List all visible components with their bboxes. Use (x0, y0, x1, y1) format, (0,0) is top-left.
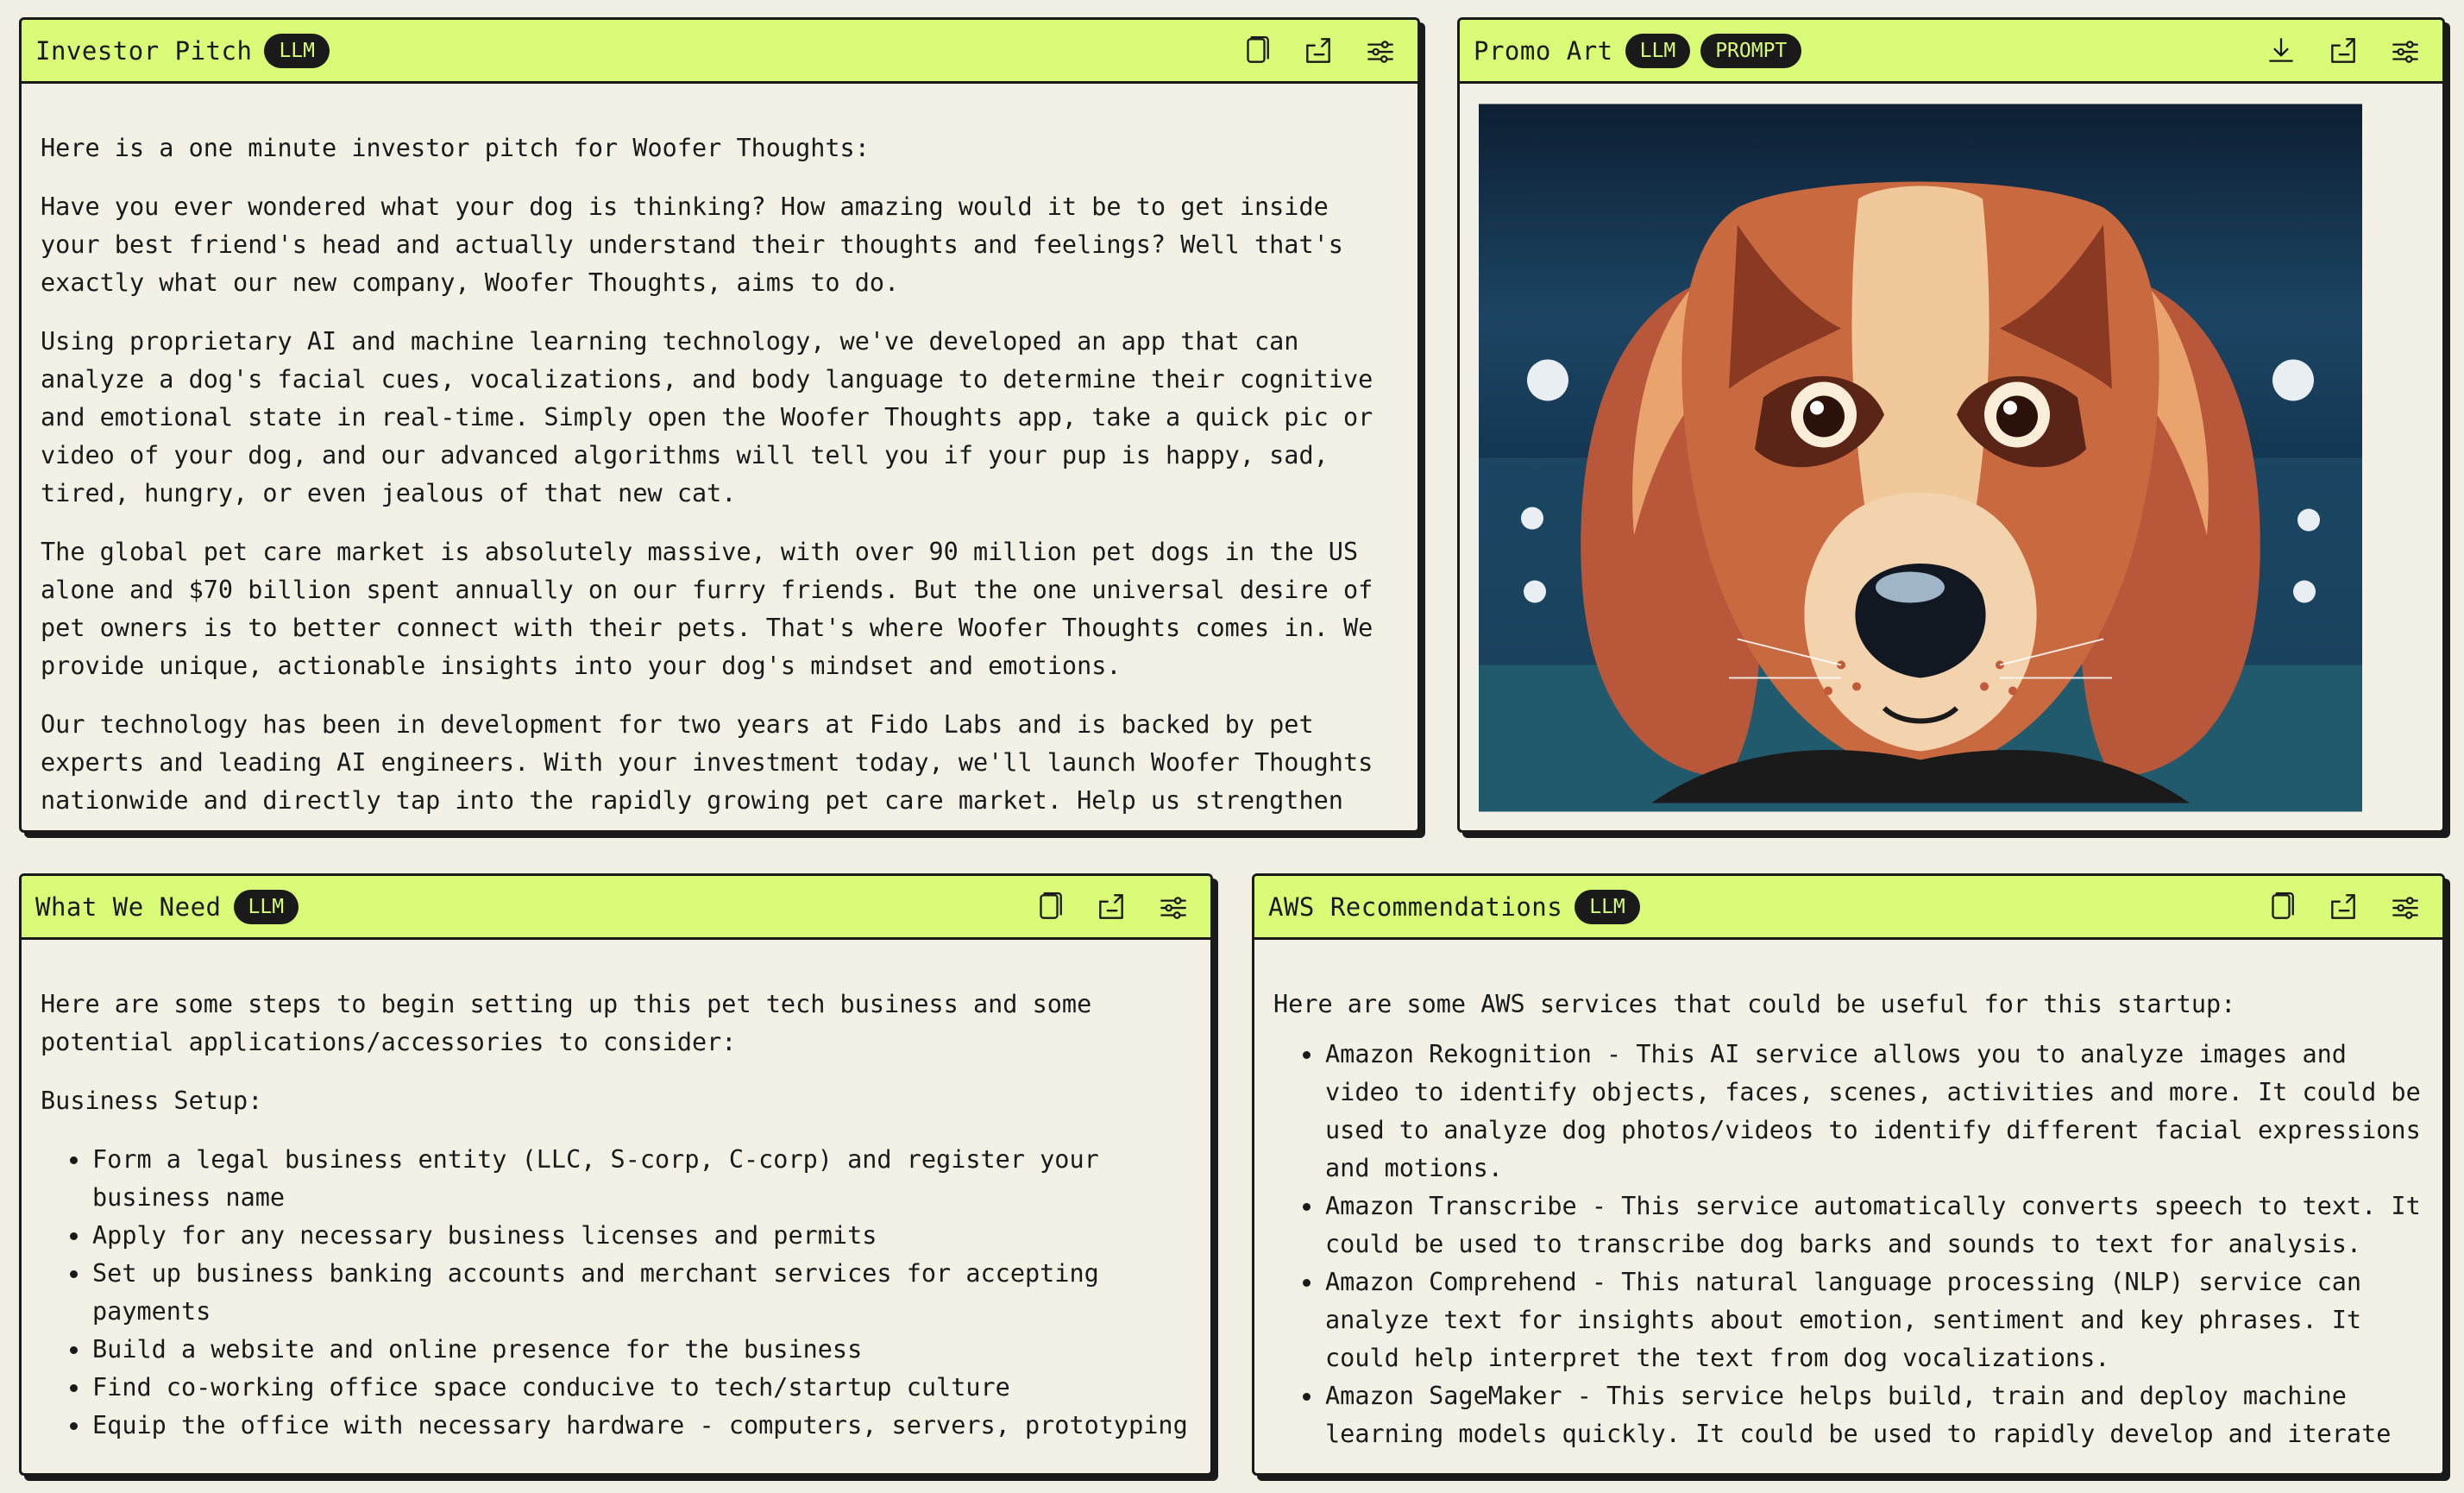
settings-button[interactable] (1355, 26, 1405, 76)
share-button[interactable] (1293, 26, 1343, 76)
copy-icon (1247, 35, 1269, 63)
share-icon (2331, 893, 2355, 919)
list-item: Amazon Comprehend - This natural languag… (1323, 1263, 2423, 1377)
panel-header: Investor Pitch LLM (22, 20, 1417, 84)
settings-button[interactable] (2380, 26, 2430, 76)
settings-icon (2392, 40, 2418, 63)
paragraph: Here is a one minute investor pitch for … (41, 134, 870, 162)
copy-icon (2272, 891, 2294, 919)
list-item: Amazon Rekognition - This AI service all… (1323, 1036, 2423, 1187)
steps-list: Form a legal business entity (LLC, S-cor… (41, 1141, 1191, 1445)
intro-text: Here are some steps to begin setting up … (41, 990, 1092, 1056)
copy-button[interactable] (2256, 882, 2306, 932)
section-heading: Business Setup: (41, 1087, 263, 1115)
paragraph: Have you ever wondered what your dog is … (41, 192, 1343, 297)
settings-icon (2392, 896, 2418, 919)
llm-badge: LLM (264, 33, 330, 68)
share-icon (1306, 37, 1330, 63)
intro-text: Here are some AWS services that could be… (1273, 990, 2236, 1018)
list-item: Set up business banking accounts and mer… (91, 1255, 1191, 1331)
panel-content: Here is a one minute investor pitch for … (22, 84, 1417, 826)
copy-button[interactable] (1024, 882, 1074, 932)
promo-art-panel: Promo Art LLM PROMPT (1457, 17, 2445, 833)
panel-title: Promo Art (1474, 35, 1613, 66)
settings-icon (1367, 40, 1393, 63)
share-button[interactable] (2318, 26, 2368, 76)
share-icon (2331, 37, 2355, 63)
copy-icon (1040, 891, 1062, 919)
list-item: Amazon Transcribe - This service automat… (1323, 1187, 2423, 1263)
dog-illustration (1479, 104, 2362, 812)
list-item: Amazon SageMaker - This service helps bu… (1323, 1377, 2423, 1453)
llm-badge: LLM (1625, 33, 1691, 68)
panel-title: AWS Recommendations (1268, 891, 1563, 922)
settings-icon (1160, 896, 1186, 919)
aws-recommendations-panel: AWS Recommendations LLM Here are some AW… (1252, 873, 2445, 1476)
llm-badge: LLM (233, 889, 299, 924)
settings-button[interactable] (1148, 882, 1198, 932)
paragraph: The global pet care market is absolutely… (41, 538, 1373, 680)
share-icon (1099, 893, 1123, 919)
panel-header: Promo Art LLM PROMPT (1460, 20, 2442, 84)
list-item: Equip the office with necessary hardware… (91, 1407, 1191, 1445)
list-item: Find co-working office space conducive t… (91, 1369, 1191, 1407)
download-button[interactable] (2256, 26, 2306, 76)
share-button[interactable] (1086, 882, 1136, 932)
panel-title: Investor Pitch (35, 35, 253, 66)
what-we-need-panel: What We Need LLM Here are some steps to … (19, 873, 1213, 1476)
panel-title: What We Need (35, 891, 222, 922)
panel-content: Here are some AWS services that could be… (1254, 940, 2442, 1468)
paragraph: Our technology has been in development f… (41, 710, 1373, 826)
list-item: Apply for any necessary business license… (91, 1217, 1191, 1255)
download-icon (2269, 37, 2293, 62)
list-item: Form a legal business entity (LLC, S-cor… (91, 1141, 1191, 1217)
llm-badge: LLM (1575, 889, 1640, 924)
paragraph: Using proprietary AI and machine learnin… (41, 327, 1373, 507)
panel-content: Here are some steps to begin setting up … (22, 940, 1210, 1468)
copy-button[interactable] (1231, 26, 1281, 76)
panel-header: What We Need LLM (22, 876, 1210, 940)
panel-header: AWS Recommendations LLM (1254, 876, 2442, 940)
investor-pitch-panel: Investor Pitch LLM Here is a one minute … (19, 17, 1420, 833)
share-button[interactable] (2318, 882, 2368, 932)
list-item: Build a website and online presence for … (91, 1331, 1191, 1369)
services-list: Amazon Rekognition - This AI service all… (1273, 1036, 2423, 1453)
prompt-badge: PROMPT (1700, 33, 1802, 68)
settings-button[interactable] (2380, 882, 2430, 932)
promo-image (1479, 104, 2362, 812)
